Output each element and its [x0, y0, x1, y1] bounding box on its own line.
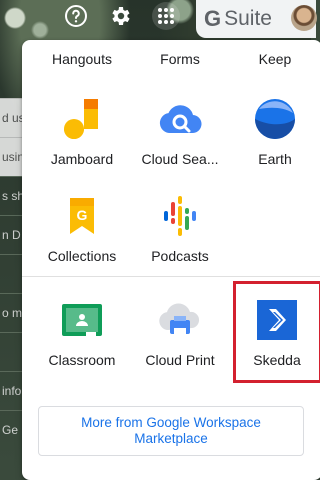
brand-text: Suite [224, 7, 272, 30]
app-keep[interactable]: Keep [227, 51, 320, 67]
app-hangouts[interactable]: Hangouts [34, 51, 130, 67]
app-collections[interactable]: G Collections [34, 192, 130, 264]
podcasts-icon [164, 196, 196, 236]
jamboard-icon [64, 99, 98, 139]
app-launcher-panel: Hangouts Forms Keep Jamboard Cloud Sea..… [22, 40, 320, 480]
svg-text:G: G [77, 207, 88, 223]
avatar[interactable] [291, 5, 317, 31]
app-cloud-search[interactable]: Cloud Sea... [132, 95, 228, 167]
app-earth[interactable]: Earth [227, 95, 320, 167]
cloud-search-icon [159, 105, 202, 134]
app-label: Earth [258, 151, 292, 167]
classroom-icon [62, 304, 102, 336]
app-label: Classroom [48, 352, 116, 368]
app-label: Podcasts [151, 248, 209, 264]
app-classroom[interactable]: Classroom [34, 296, 130, 368]
app-podcasts[interactable]: Podcasts [132, 192, 228, 264]
app-forms[interactable]: Forms [132, 51, 228, 67]
app-cloud-print[interactable]: Cloud Print [132, 296, 228, 368]
app-label: Cloud Print [145, 352, 215, 368]
more-button-line1: More from Google Workspace [81, 415, 261, 430]
earth-icon [255, 99, 295, 139]
gear-icon[interactable] [108, 4, 132, 28]
help-icon[interactable] [64, 4, 88, 28]
app-label: Hangouts [52, 51, 112, 67]
collections-icon: G [70, 198, 94, 234]
skedda-highlight-box [233, 281, 320, 383]
app-label: Cloud Sea... [141, 151, 219, 167]
cloud-print-icon [159, 303, 200, 336]
divider [22, 276, 320, 277]
app-label: Keep [258, 51, 292, 67]
app-label: Collections [47, 248, 117, 264]
app-label: Jamboard [50, 151, 114, 167]
top-bar: G Suite [0, 0, 317, 38]
app-label: Forms [160, 51, 200, 67]
brand-g: G [204, 6, 222, 31]
apps-grid-icon[interactable] [152, 2, 180, 30]
more-from-workspace-marketplace-button[interactable]: More from Google Workspace Marketplace [38, 406, 304, 456]
more-button-line2: Marketplace [134, 431, 208, 446]
app-jamboard[interactable]: Jamboard [34, 95, 130, 167]
